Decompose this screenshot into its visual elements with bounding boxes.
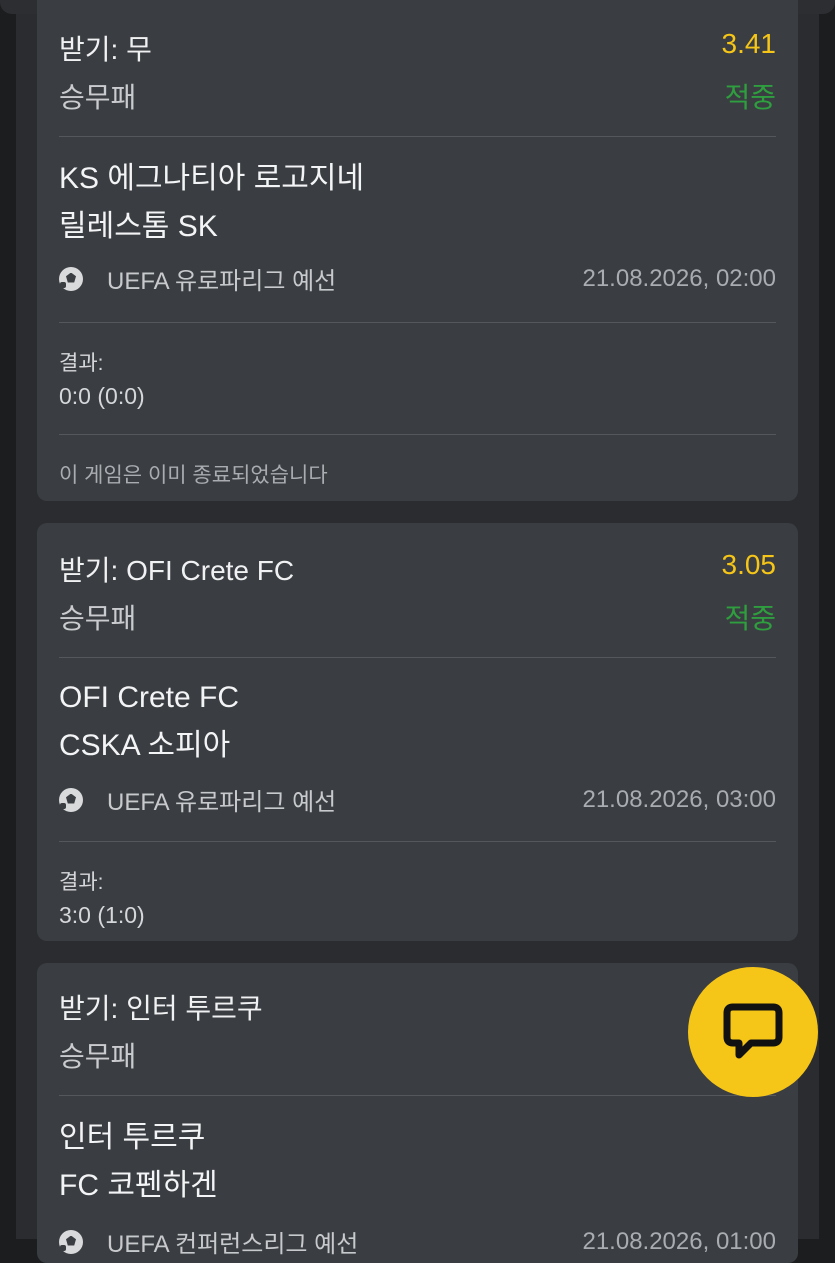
match-date: 21.08.2026, 01:00 — [582, 1227, 776, 1255]
soccer-ball-icon — [59, 266, 83, 291]
divider — [59, 136, 776, 137]
odds-value: 3.41 — [721, 28, 777, 59]
divider — [59, 657, 776, 658]
market-label: 승무패 — [59, 82, 137, 113]
pick-label: 받기: 무 — [59, 34, 152, 65]
match-date: 21.08.2026, 02:00 — [582, 264, 776, 292]
game-ended-note: 이 게임은 이미 종료되었습니다 — [59, 464, 328, 487]
league-name: UEFA 유로파리그 예선 — [107, 789, 337, 816]
divider — [59, 1095, 776, 1096]
status-badge: 적중 — [724, 82, 776, 113]
result-score: 0:0 (0:0) — [59, 383, 145, 409]
divider — [59, 841, 776, 842]
pick-label: 받기: 인터 투르쿠 — [59, 993, 263, 1024]
bet-card[interactable]: 받기: OFI Crete FC 3.05 승무패 적중 OFI Crete F… — [37, 523, 798, 941]
home-team: KS 에그나티아 로고지네 — [59, 162, 365, 195]
away-team: FC 코펜하겐 — [59, 1169, 218, 1202]
result-label: 결과: — [59, 871, 104, 894]
league-name: UEFA 컨퍼런스리그 예선 — [107, 1231, 359, 1258]
away-team: CSKA 소피아 — [59, 729, 231, 762]
odds-value: 3.05 — [721, 549, 777, 580]
chat-button[interactable] — [688, 967, 818, 1097]
soccer-ball-icon — [59, 787, 83, 812]
market-label: 승무패 — [59, 1041, 137, 1072]
pick-label: 받기: OFI Crete FC — [59, 555, 295, 586]
soccer-ball-icon — [59, 1229, 83, 1254]
divider — [59, 434, 776, 435]
result-label: 결과: — [59, 352, 104, 375]
status-badge: 적중 — [724, 603, 776, 634]
result-score: 3:0 (1:0) — [59, 902, 145, 928]
league-name: UEFA 유로파리그 예선 — [107, 268, 337, 295]
bet-card[interactable]: 받기: 무 3.41 승무패 적중 KS 에그나티아 로고지네 릴레스톰 SK … — [37, 0, 798, 501]
market-label: 승무패 — [59, 603, 137, 634]
bet-card[interactable]: 받기: 인터 투르쿠 승무패 인터 투르쿠 FC 코펜하겐 UEFA 컨퍼런스리… — [37, 963, 798, 1263]
home-team: 인터 투르쿠 — [59, 1121, 206, 1154]
away-team: 릴레스톰 SK — [59, 210, 218, 243]
match-date: 21.08.2026, 03:00 — [582, 785, 776, 813]
chat-bubble-icon — [723, 1003, 783, 1059]
home-team: OFI Crete FC — [59, 681, 240, 714]
divider — [59, 322, 776, 323]
